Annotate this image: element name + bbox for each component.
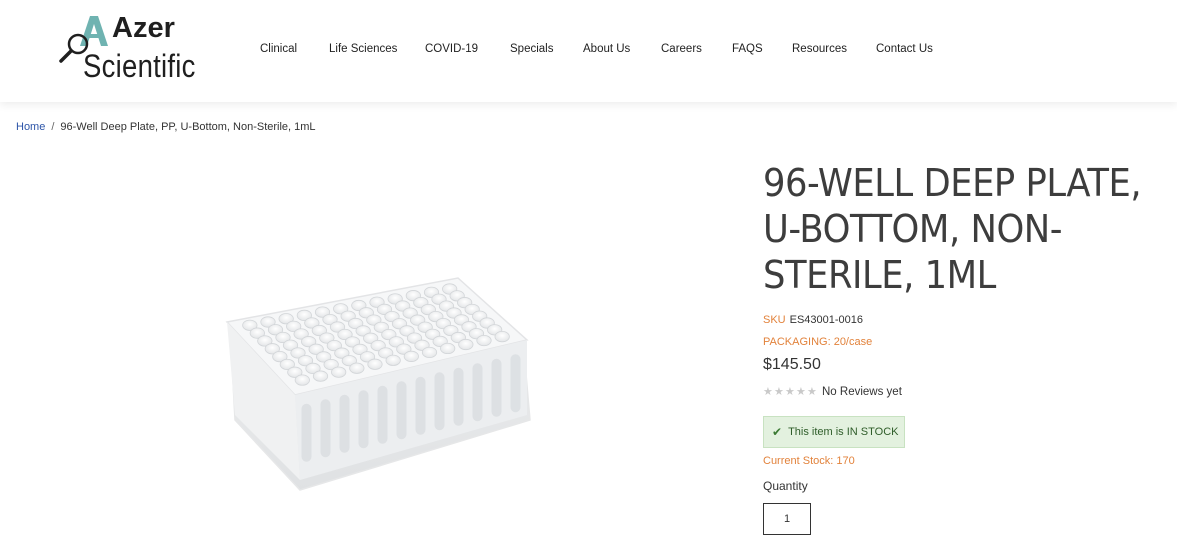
logo-text-azer: Azer (112, 12, 175, 44)
product-rating[interactable]: ★ ★ ★ ★ ★ No Reviews yet (763, 386, 902, 398)
nav-covid-19[interactable]: COVID-19 (425, 43, 478, 55)
well-icon (440, 342, 456, 355)
stock-status-badge: ✔ This item is IN STOCK (763, 416, 905, 448)
nav-contact-us[interactable]: Contact Us (876, 43, 933, 55)
rating-stars: ★ ★ ★ ★ ★ (763, 385, 818, 398)
quantity-input[interactable] (763, 503, 811, 535)
well-icon (385, 354, 401, 366)
current-stock: Current Stock: 170 (763, 455, 855, 467)
nav-clinical[interactable]: Clinical (260, 43, 297, 55)
nav-careers[interactable]: Careers (661, 43, 702, 55)
tube-icon (472, 363, 483, 422)
nav-about-us[interactable]: About Us (583, 43, 630, 55)
nav-resources[interactable]: Resources (792, 43, 847, 55)
well-icon (476, 334, 492, 347)
well-icon (403, 350, 419, 362)
tube-icon (434, 372, 445, 431)
product-sku: SKU ES43001-0016 (763, 314, 863, 326)
tube-icon (320, 399, 331, 458)
product-price: $145.50 (763, 356, 821, 373)
tube-icon (453, 367, 464, 426)
tube-icon (510, 354, 521, 413)
check-icon: ✔ (772, 425, 783, 439)
quantity-label: Quantity (763, 479, 808, 493)
sku-label: SKU (763, 314, 786, 326)
star-icon: ★ (785, 385, 795, 398)
nav-faqs[interactable]: FAQS (732, 43, 763, 55)
tube-icon (339, 394, 350, 453)
well-icon (349, 362, 365, 374)
tube-icon (491, 358, 502, 417)
tube-icon (358, 390, 369, 449)
breadcrumb-separator: / (51, 121, 55, 133)
well-icon (494, 331, 510, 343)
well-icon (421, 346, 438, 359)
tube-icon (396, 381, 407, 440)
well-icon (294, 374, 310, 386)
site-header: Azer Scientific Clinical Life Sciences C… (0, 0, 1177, 102)
tube-icon (377, 385, 388, 444)
star-icon: ★ (807, 385, 817, 398)
breadcrumb-current: 96-Well Deep Plate, PP, U-Bottom, Non-St… (60, 121, 316, 133)
product-image[interactable] (215, 270, 545, 500)
well-icon (312, 370, 329, 382)
stock-status-text: This item is IN STOCK (788, 426, 899, 438)
tube-icon (415, 376, 426, 435)
product-title: 96-Well Deep Plate, U-Bottom, Non-Steril… (763, 161, 1142, 297)
nav-specials[interactable]: Specials (510, 43, 553, 55)
breadcrumb: Home / 96-Well Deep Plate, PP, U-Bottom, N… (16, 121, 316, 133)
star-icon: ★ (774, 385, 784, 398)
well-icon (331, 366, 347, 378)
star-icon: ★ (796, 385, 806, 398)
logo-text-scientific: Scientific (83, 48, 196, 84)
star-icon: ★ (763, 385, 773, 398)
deep-well-plate-image (225, 277, 531, 491)
azer-scientific-logo[interactable]: Azer Scientific (58, 12, 218, 86)
tube-icon (301, 403, 312, 462)
breadcrumb-home-link[interactable]: Home (16, 121, 45, 133)
reviews-text: No Reviews yet (822, 386, 902, 398)
well-icon (367, 358, 383, 370)
sku-value: ES43001-0016 (789, 314, 864, 326)
well-icon (458, 338, 474, 351)
product-packaging: PACKAGING: 20/case (763, 336, 873, 348)
nav-life-sciences[interactable]: Life Sciences (329, 43, 397, 55)
